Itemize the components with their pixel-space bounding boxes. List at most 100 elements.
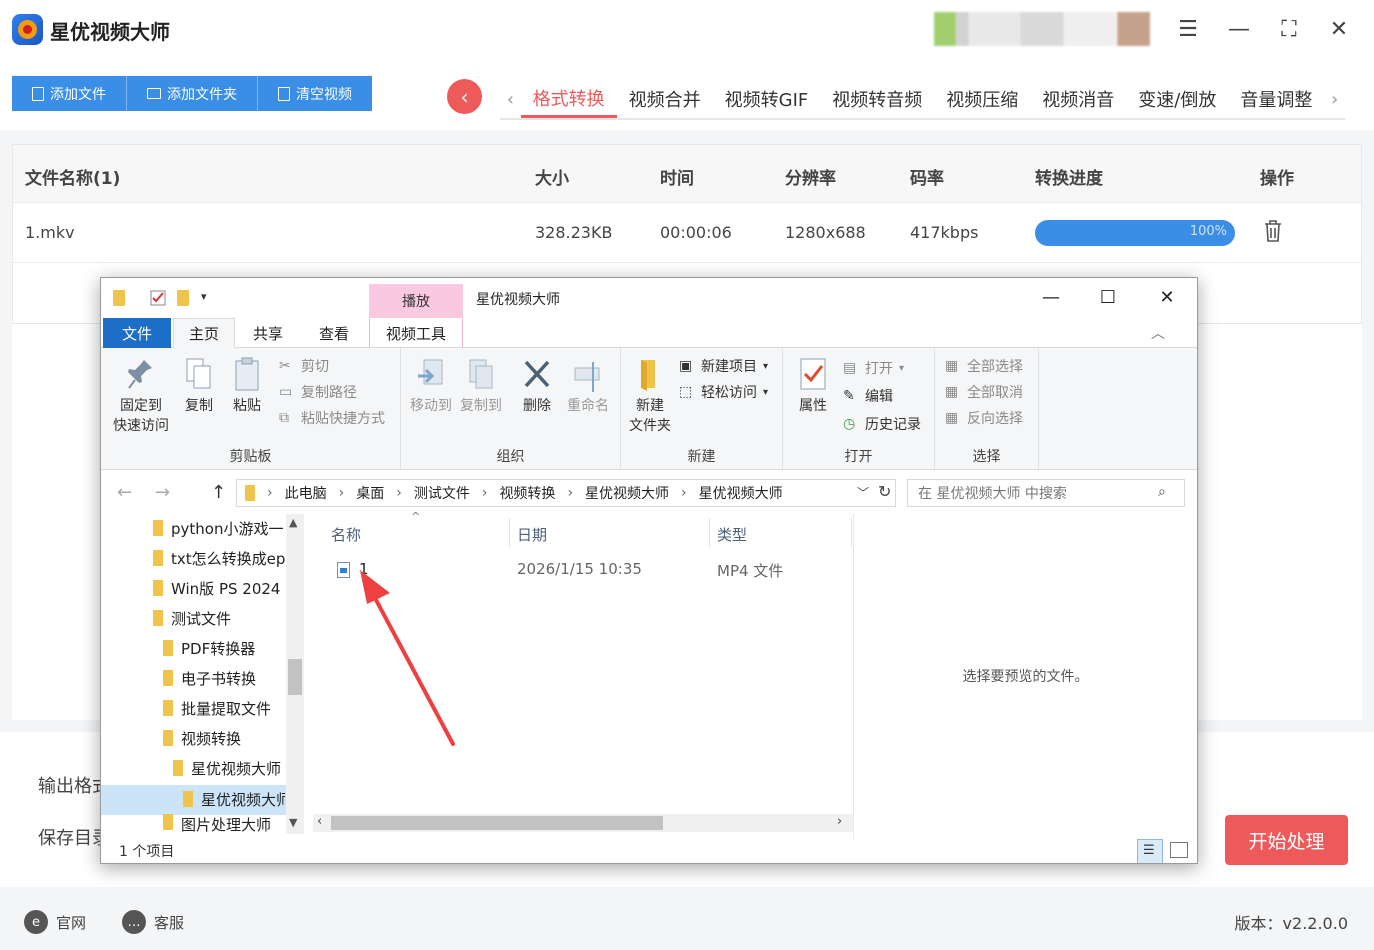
tab-video-compress[interactable]: 视频压缩 bbox=[934, 80, 1030, 118]
maximize-icon[interactable]: ⛶ bbox=[1274, 14, 1304, 44]
new-folder-button[interactable]: 新建 文件夹 bbox=[625, 356, 675, 436]
delete-button[interactable]: 删除 bbox=[519, 356, 555, 416]
nav-item[interactable]: python小游戏一 bbox=[153, 514, 285, 542]
tab-volume-adjust[interactable]: 音量调整 bbox=[1228, 80, 1324, 118]
nav-item[interactable]: Win版 PS 2024 bbox=[153, 574, 285, 602]
rename-button[interactable]: 重命名 bbox=[563, 356, 613, 416]
nav-item[interactable]: PDF转换器 bbox=[163, 634, 285, 662]
properties-check-icon[interactable] bbox=[150, 290, 166, 306]
column-date[interactable]: 日期 bbox=[517, 524, 547, 545]
nav-item[interactable]: 批量提取文件 bbox=[163, 694, 285, 722]
back-arrow-icon[interactable]: ← bbox=[117, 482, 132, 503]
tab-view[interactable]: 查看 bbox=[301, 318, 367, 348]
breadcrumb-item[interactable]: 测试文件 bbox=[414, 483, 470, 503]
tabs-prev-icon[interactable]: ‹ bbox=[500, 89, 521, 110]
tab-video-tools[interactable]: 视频工具 bbox=[369, 318, 463, 348]
tabs-back-button[interactable]: ‹ bbox=[447, 79, 482, 114]
nav-scrollbar[interactable]: ▲ ▼ bbox=[286, 514, 304, 834]
breadcrumb-item[interactable]: 星优视频大师 bbox=[699, 483, 783, 503]
tab-home[interactable]: 主页 bbox=[173, 318, 235, 348]
select-all-button[interactable]: ▦ 全部选择 bbox=[945, 356, 1023, 376]
nav-item-selected[interactable]: 星优视频大师 bbox=[183, 785, 285, 813]
select-none-button[interactable]: ▦ 全部取消 bbox=[945, 382, 1023, 402]
add-file-button[interactable]: 添加文件 bbox=[12, 76, 127, 111]
breadcrumb-item[interactable]: 星优视频大师 bbox=[585, 483, 669, 503]
context-tab-play[interactable]: 播放 bbox=[369, 284, 463, 318]
copy-to-button[interactable]: 复制到 bbox=[457, 356, 505, 416]
tab-video-to-audio[interactable]: 视频转音频 bbox=[820, 80, 934, 118]
up-arrow-icon[interactable]: ↑ bbox=[211, 482, 226, 503]
refresh-icon[interactable]: ↻ bbox=[878, 482, 891, 501]
details-view-button[interactable]: ☰ bbox=[1137, 839, 1163, 863]
tab-share[interactable]: 共享 bbox=[237, 318, 299, 348]
tab-video-merge[interactable]: 视频合并 bbox=[617, 80, 713, 118]
support-link[interactable]: … 客服 bbox=[122, 910, 184, 934]
scroll-up-icon[interactable]: ▲ bbox=[289, 516, 297, 529]
explorer-close-icon[interactable]: ✕ bbox=[1147, 284, 1187, 310]
delete-x-icon bbox=[524, 360, 550, 388]
forward-arrow-icon[interactable]: → bbox=[155, 482, 170, 503]
paste-shortcut-button[interactable]: ⧉ 粘贴快捷方式 bbox=[279, 408, 385, 428]
breadcrumb-item[interactable]: 视频转换 bbox=[499, 483, 555, 503]
file-list-hscrollbar[interactable]: ‹ › bbox=[313, 814, 853, 832]
delete-trash-icon[interactable] bbox=[1263, 219, 1283, 243]
pin-quick-access-button[interactable]: 固定到 快速访问 bbox=[109, 356, 173, 436]
scroll-left-icon[interactable]: ‹ bbox=[317, 814, 322, 829]
copy-path-button[interactable]: ▭ 复制路径 bbox=[279, 382, 357, 402]
minimize-icon[interactable]: — bbox=[1224, 14, 1254, 44]
edit-button[interactable]: ✎ 编辑 bbox=[843, 386, 893, 406]
new-folder-quick-icon[interactable] bbox=[177, 290, 189, 306]
breadcrumb-item[interactable]: 桌面 bbox=[356, 483, 384, 503]
column-type[interactable]: 类型 bbox=[717, 524, 747, 545]
easy-access-button[interactable]: ⬚ 轻松访问 ▾ bbox=[679, 382, 768, 402]
collapse-ribbon-icon[interactable]: ︿ bbox=[1151, 323, 1165, 343]
tab-speed-reverse[interactable]: 变速/倒放 bbox=[1126, 80, 1228, 118]
column-name[interactable]: 名称 bbox=[331, 524, 361, 545]
new-item-button[interactable]: ▣ 新建项目 ▾ bbox=[679, 356, 768, 376]
breadcrumb-item[interactable]: 此电脑 bbox=[285, 483, 327, 503]
cut-button[interactable]: ✂ 剪切 bbox=[279, 356, 329, 376]
properties-button[interactable]: 属性 bbox=[793, 356, 833, 416]
open-button[interactable]: ▤ 打开 ▾ bbox=[843, 358, 904, 378]
history-button[interactable]: ◷ 历史记录 bbox=[843, 414, 921, 434]
tab-format-convert[interactable]: 格式转换 bbox=[520, 80, 617, 118]
tab-video-mute[interactable]: 视频消音 bbox=[1030, 80, 1126, 118]
nav-item[interactable]: 图片处理大师 bbox=[163, 814, 285, 836]
start-processing-button[interactable]: 开始处理 bbox=[1225, 815, 1348, 865]
nav-item[interactable]: 电子书转换 bbox=[163, 664, 285, 692]
explorer-maximize-icon[interactable]: ☐ bbox=[1088, 284, 1128, 310]
open-label: 打开 bbox=[865, 361, 893, 377]
paste-button[interactable]: 粘贴 bbox=[227, 356, 267, 416]
tab-file[interactable]: 文件 bbox=[103, 318, 171, 348]
tabs-next-icon[interactable]: › bbox=[1324, 89, 1345, 110]
nav-item[interactable]: 星优视频大师 bbox=[173, 754, 285, 782]
nav-item[interactable]: 测试文件 bbox=[153, 604, 285, 632]
invert-selection-button[interactable]: ▦ 反向选择 bbox=[945, 408, 1023, 428]
nav-item[interactable]: 视频转换 bbox=[163, 724, 285, 752]
search-input[interactable]: 在 星优视频大师 中搜索 bbox=[907, 479, 1185, 507]
explorer-minimize-icon[interactable]: — bbox=[1031, 284, 1071, 310]
address-bar[interactable]: › 此电脑 › 桌面 › 测试文件 › 视频转换 › 星优视频大师 › 星优视频大师 bbox=[236, 479, 896, 507]
copy-button[interactable]: 复制 bbox=[179, 356, 219, 416]
large-icons-view-button[interactable] bbox=[1170, 842, 1188, 858]
user-avatar[interactable] bbox=[934, 12, 1150, 46]
add-folder-button[interactable]: 添加文件夹 bbox=[127, 76, 258, 111]
quick-access-dropdown-icon[interactable]: ▾ bbox=[201, 290, 207, 303]
tab-video-to-gif[interactable]: 视频转GIF bbox=[713, 80, 821, 118]
scroll-right-icon[interactable]: › bbox=[837, 814, 842, 829]
website-link[interactable]: e 官网 bbox=[24, 910, 86, 934]
settings-sliders-icon[interactable]: ☰ bbox=[1173, 14, 1203, 44]
move-to-button[interactable]: 移动到 bbox=[407, 356, 455, 416]
column-divider[interactable] bbox=[509, 518, 510, 548]
close-icon[interactable]: ✕ bbox=[1324, 14, 1354, 44]
column-divider[interactable] bbox=[851, 518, 852, 548]
address-dropdown-icon[interactable]: ﹀ bbox=[857, 484, 869, 501]
column-divider[interactable] bbox=[709, 518, 710, 548]
nav-scroll-thumb[interactable] bbox=[288, 659, 302, 695]
nav-item[interactable]: txt怎么转换成ep bbox=[153, 544, 285, 572]
hscroll-thumb[interactable] bbox=[331, 816, 663, 830]
scroll-down-icon[interactable]: ▼ bbox=[289, 816, 297, 829]
table-row[interactable]: 1.mkv 328.23KB 00:00:06 1280x688 417kbps… bbox=[13, 203, 1361, 263]
clear-videos-button[interactable]: 清空视频 bbox=[258, 76, 372, 111]
search-icon[interactable]: ⌕ bbox=[1158, 484, 1166, 500]
